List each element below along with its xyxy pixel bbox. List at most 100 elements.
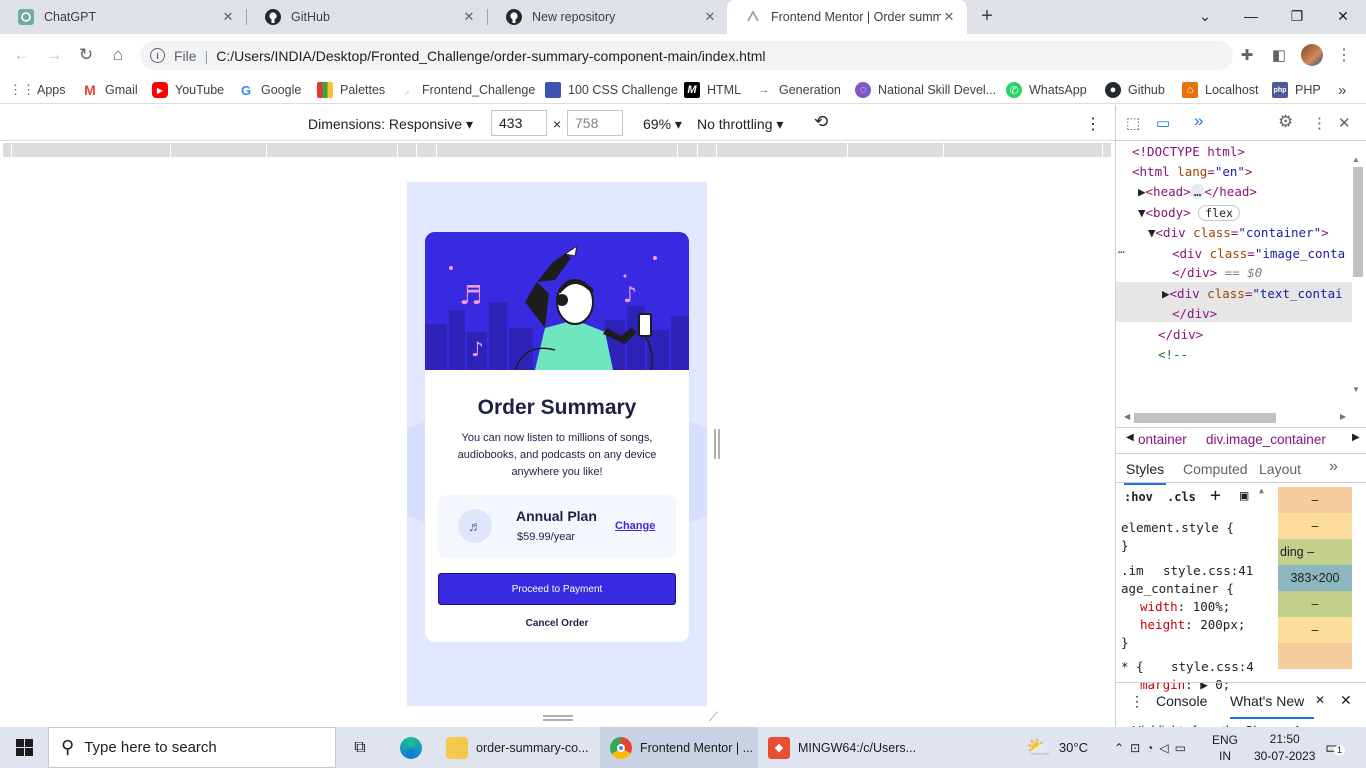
node-gutter-dots[interactable]: … (1118, 243, 1125, 256)
more-tabs-icon[interactable]: » (1329, 458, 1338, 476)
bookmark-html[interactable]: M HTML (684, 81, 741, 99)
tab-new-repository[interactable]: New repository ✕ (488, 0, 728, 34)
bookmark-github[interactable]: ● Github (1105, 81, 1165, 99)
padding-box[interactable]: ding – (1278, 539, 1352, 565)
tab-search-button[interactable]: ⌄ (1182, 0, 1228, 32)
bookmark-100-css[interactable]: 100 CSS Challenge (545, 81, 678, 99)
forward-button[interactable]: → (41, 42, 67, 68)
hov-toggle[interactable]: :hov (1124, 490, 1153, 504)
bookmark-generation[interactable]: → Generation (756, 81, 841, 99)
breadcrumb-item[interactable]: ontainer (1138, 432, 1187, 447)
bookmark-php[interactable]: php PHP (1272, 81, 1321, 99)
bookmark-apps[interactable]: ⋮⋮ Apps (9, 81, 66, 99)
breadcrumb-item-active[interactable]: div.image_container (1206, 432, 1326, 447)
stylesheet-link[interactable]: style.css:4 (1171, 659, 1254, 674)
html-node[interactable]: <html lang="en"> (1132, 164, 1252, 179)
doctype-node[interactable]: <!DOCTYPE html> (1132, 144, 1245, 159)
input-language[interactable]: ENG IN (1212, 727, 1238, 768)
bookmark-localhost[interactable]: ⌂ Localhost (1182, 81, 1259, 99)
text-container-node[interactable]: ▶<div class="text_contai (1162, 286, 1343, 301)
proceed-to-payment-button[interactable]: Proceed to Payment (438, 573, 676, 605)
resize-handle-right[interactable] (714, 429, 720, 459)
menu-button[interactable]: ⋮ (1331, 42, 1357, 68)
breadcrumb-right-icon[interactable]: ▶ (1352, 432, 1360, 443)
tab-layout[interactable]: Layout (1259, 461, 1301, 477)
cancel-order-button[interactable]: Cancel Order (425, 618, 689, 629)
weather-widget[interactable]: ⛅ 30°C (1026, 727, 1088, 768)
bookmark-youtube[interactable]: ▶ YouTube (152, 81, 224, 99)
taskbar-search[interactable]: ⚲ Type here to search (48, 727, 336, 768)
stylesheet-link[interactable]: style.css:41 (1163, 563, 1253, 578)
border-box[interactable]: – (1278, 513, 1352, 539)
width-input[interactable]: 433 (491, 110, 547, 136)
image-container-node[interactable]: <div class="image_conta (1172, 246, 1345, 261)
system-tray-icons[interactable]: ⌃ ⊡ ◔ ◁ ▭ (1114, 727, 1192, 768)
rotate-icon[interactable]: ⟲ (814, 112, 828, 132)
gear-icon[interactable]: ⚙ (1278, 112, 1293, 132)
throttling-dropdown[interactable]: No throttling ▾ (697, 116, 783, 133)
side-panel-button[interactable]: ◧ (1266, 42, 1292, 68)
kebab-menu-icon[interactable]: ⋮ (1130, 693, 1144, 710)
close-tab-icon[interactable]: ✕ (1315, 693, 1325, 707)
taskbar-app-chrome[interactable]: Frontend Mentor | ... (600, 727, 758, 768)
device-toggle-icon[interactable]: ▭ (1156, 114, 1170, 132)
window-close-button[interactable]: ✕ (1320, 0, 1366, 32)
inspect-element-icon[interactable]: ⬚ (1126, 114, 1140, 132)
content-box[interactable]: 383×200 (1278, 565, 1352, 591)
breadcrumb-left-icon[interactable]: ◀ (1126, 432, 1134, 443)
text-container-close[interactable]: </div> (1172, 306, 1217, 321)
bookmark-google[interactable]: G Google (238, 81, 301, 99)
back-button[interactable]: ← (9, 42, 35, 68)
resize-handle-corner[interactable]: ⟋ (709, 709, 718, 725)
bookmark-palettes[interactable]: Palettes (317, 81, 385, 99)
minimize-button[interactable]: — (1228, 0, 1274, 32)
padding-box-bottom[interactable]: – (1278, 591, 1352, 617)
border-box-bottom[interactable]: – (1278, 617, 1352, 643)
elements-scrollbar[interactable]: ▲ ▼ (1352, 155, 1364, 397)
zoom-dropdown[interactable]: 69% ▾ (643, 116, 682, 133)
paint-icon[interactable]: ▣ (1240, 488, 1248, 504)
margin-box[interactable]: – (1278, 487, 1352, 513)
height-input[interactable]: 758 (567, 110, 623, 136)
css-property[interactable]: width: 100%; (1140, 599, 1230, 614)
url-text[interactable]: C:/Users/INDIA/Desktop/Fronted_Challenge… (216, 48, 765, 64)
tab-frontend-mentor[interactable]: Frontend Mentor | Order summa ✕ (727, 0, 967, 34)
close-icon[interactable]: ✕ (702, 9, 718, 25)
elements-hscrollbar[interactable]: ◀ ▶ (1124, 412, 1356, 424)
new-tab-button[interactable]: + (964, 0, 1010, 32)
tab-github[interactable]: GitHub ✕ (247, 0, 487, 34)
container-close[interactable]: </div> (1158, 327, 1203, 342)
tab-computed[interactable]: Computed (1183, 461, 1248, 477)
image-container-close[interactable]: </div> == $0 (1172, 265, 1262, 280)
info-icon[interactable]: i (150, 48, 165, 63)
maximize-button[interactable]: ❐ (1274, 0, 1320, 32)
more-panels-icon[interactable]: » (1194, 111, 1203, 131)
task-view-button[interactable]: ⧉ (344, 727, 376, 768)
tab-styles[interactable]: Styles (1123, 461, 1167, 485)
new-rule-button[interactable]: + (1210, 485, 1221, 506)
home-button[interactable]: ⌂ (105, 42, 131, 68)
body-node[interactable]: ▼<body> flex (1138, 205, 1240, 221)
change-link[interactable]: Change (615, 520, 655, 532)
css-property[interactable]: height: 200px; (1140, 617, 1245, 632)
bookmark-whatsapp[interactable]: ✆ WhatsApp (1006, 81, 1087, 99)
container-node[interactable]: ▼<div class="container"> (1148, 225, 1329, 240)
close-devtools-icon[interactable]: ✕ (1338, 114, 1351, 132)
bookmark-gmail[interactable]: M Gmail (82, 81, 138, 99)
notification-button[interactable]: ▭ 1 (1325, 727, 1345, 768)
profile-button[interactable] (1299, 42, 1325, 68)
styles-scroll-up-icon[interactable]: ▲ (1259, 486, 1264, 495)
cls-toggle[interactable]: .cls (1167, 490, 1196, 504)
taskbar-app-explorer[interactable]: order-summary-co... (436, 727, 596, 768)
clock[interactable]: 21:50 30-07-2023 (1254, 727, 1315, 768)
element-style-rule[interactable]: element.style { (1121, 520, 1234, 535)
reload-button[interactable]: ↻ (73, 42, 99, 68)
kebab-menu-icon[interactable]: ⋮ (1085, 114, 1101, 134)
bookmark-frontend-challenge[interactable]: ⸝ Frontend_Challenge (399, 81, 535, 99)
tab-chatgpt[interactable]: ChatGPT ✕ (0, 0, 246, 34)
start-button[interactable] (0, 727, 48, 768)
close-icon[interactable]: ✕ (941, 9, 957, 25)
taskbar-app-git-bash[interactable]: ◆ MINGW64:/c/Users... (758, 727, 918, 768)
edge-button[interactable] (394, 727, 428, 768)
kebab-menu-icon[interactable]: ⋮ (1312, 114, 1327, 132)
